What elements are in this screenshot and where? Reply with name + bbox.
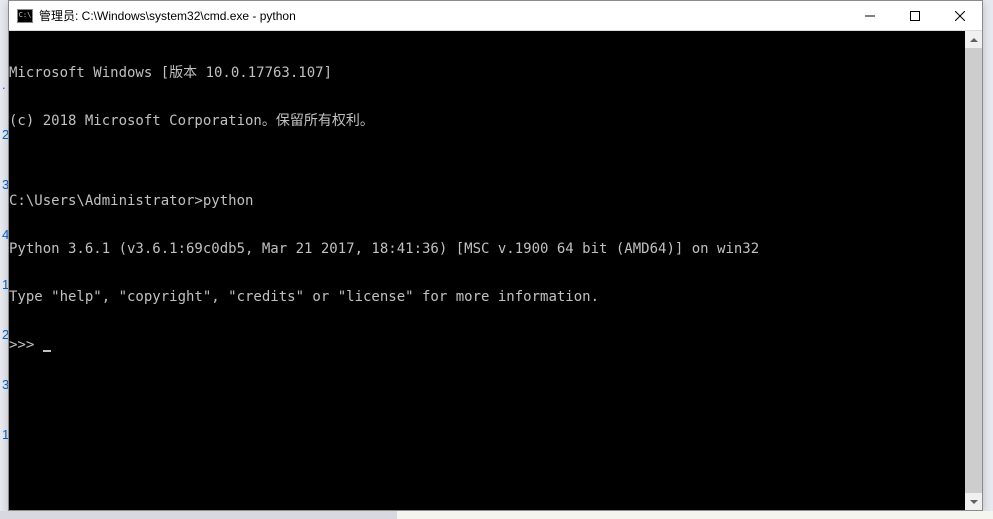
terminal-area[interactable]: Microsoft Windows [版本 10.0.17763.107] (c…: [9, 31, 982, 510]
terminal-line: Type "help", "copyright", "credits" or "…: [9, 289, 965, 305]
cursor: [43, 350, 51, 352]
close-icon: [955, 11, 965, 21]
terminal-line: C:\Users\Administrator>python: [9, 193, 965, 209]
cmd-icon: C:\: [17, 9, 33, 23]
window-titlebar[interactable]: C:\ 管理员: C:\Windows\system32\cmd.exe - p…: [9, 1, 982, 31]
chevron-up-icon: [970, 38, 978, 42]
maximize-button[interactable]: [892, 1, 937, 30]
terminal-prompt: >>>: [9, 337, 965, 353]
terminal-line: Python 3.6.1 (v3.6.1:69c0db5, Mar 21 201…: [9, 241, 965, 257]
vertical-scrollbar[interactable]: [965, 31, 982, 510]
maximize-icon: [910, 11, 920, 21]
scrollbar-track[interactable]: [965, 48, 982, 493]
close-button[interactable]: [937, 1, 982, 30]
taskbar-fragment: [0, 511, 993, 519]
window-title: 管理员: C:\Windows\system32\cmd.exe - pytho…: [39, 7, 847, 24]
scroll-up-button[interactable]: [965, 31, 982, 48]
cmd-window: C:\ 管理员: C:\Windows\system32\cmd.exe - p…: [8, 0, 983, 511]
terminal-line: (c) 2018 Microsoft Corporation。保留所有权利。: [9, 113, 965, 129]
minimize-icon: [865, 11, 875, 21]
scroll-down-button[interactable]: [965, 493, 982, 510]
window-controls: [847, 1, 982, 30]
terminal-output: Microsoft Windows [版本 10.0.17763.107] (c…: [9, 31, 965, 510]
scrollbar-thumb[interactable]: [965, 48, 982, 493]
minimize-button[interactable]: [847, 1, 892, 30]
chevron-down-icon: [970, 500, 978, 504]
terminal-line: Microsoft Windows [版本 10.0.17763.107]: [9, 65, 965, 81]
